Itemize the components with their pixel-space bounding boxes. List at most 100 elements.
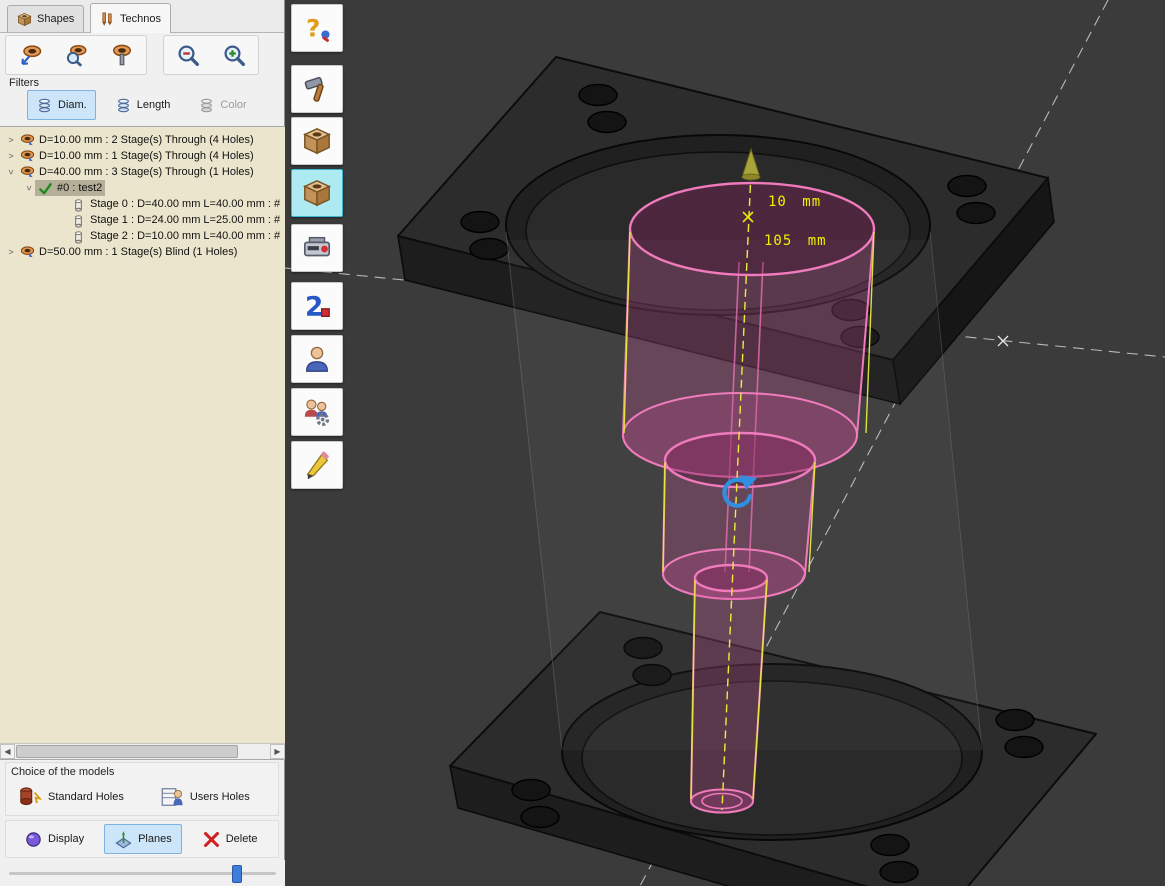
scroll-thumb[interactable] xyxy=(16,745,238,758)
magnifier-plus-icon xyxy=(222,43,246,67)
dimension-label-105mm: 105 mm xyxy=(764,233,827,249)
action-bar: Display Planes Delete xyxy=(5,820,279,858)
users-holes-button[interactable]: Users Holes xyxy=(154,781,256,813)
holes-tree[interactable]: > D=10.00 mm : 2 Stage(s) Through (4 Hol… xyxy=(0,126,285,760)
planes-label: Planes xyxy=(138,833,172,845)
application-window: Shapes Technos Filters D xyxy=(0,0,1165,886)
check-icon xyxy=(38,181,53,196)
transparency-slider xyxy=(0,860,285,886)
cube-icon xyxy=(302,126,332,156)
side-user-button[interactable] xyxy=(291,335,343,383)
slider-thumb[interactable] xyxy=(232,865,242,883)
hole-arrow-icon xyxy=(18,43,42,67)
panel-tabbar: Shapes Technos xyxy=(0,0,284,33)
filter-diameter-label: Diam. xyxy=(58,99,87,111)
side-toolbar xyxy=(291,4,343,494)
tree-item-test2[interactable]: > #0 : test2 xyxy=(0,180,285,196)
tree-item-d40-3stage[interactable]: > D=40.00 mm : 3 Stage(s) Through (1 Hol… xyxy=(0,164,285,180)
display-label: Display xyxy=(48,833,84,845)
scroll-track[interactable] xyxy=(15,744,270,759)
pencil-icon xyxy=(302,450,332,480)
filters-title: Filters xyxy=(9,77,39,89)
machine-icon xyxy=(302,233,332,263)
models-title: Choice of the models xyxy=(11,766,114,778)
filter-length-button[interactable]: Length xyxy=(106,90,180,120)
tree-item-label: Stage 0 : D=40.00 mm L=40.00 mm : # xyxy=(90,198,280,210)
tree-item-label: D=10.00 mm : 2 Stage(s) Through (4 Holes… xyxy=(39,134,254,146)
people-gear-icon xyxy=(302,397,332,427)
expander-icon[interactable]: > xyxy=(5,134,17,146)
expander-icon[interactable]: > xyxy=(5,246,17,258)
hole-export-button[interactable] xyxy=(8,38,52,72)
users-holes-icon xyxy=(160,785,184,809)
filter-length-label: Length xyxy=(137,99,171,111)
delete-icon xyxy=(202,830,221,849)
zoom-out-button[interactable] xyxy=(166,38,210,72)
expander-icon[interactable]: > xyxy=(23,182,35,194)
side-machine-button[interactable] xyxy=(291,224,343,272)
tree-item-label: D=10.00 mm : 1 Stage(s) Through (4 Holes… xyxy=(39,150,254,162)
toolbar-group-holes xyxy=(5,35,147,75)
hole-icon xyxy=(20,133,35,148)
drills-icon xyxy=(100,11,115,26)
3d-scene: 10 mm 105 mm xyxy=(285,0,1165,886)
hole-icon xyxy=(20,165,35,180)
side-part-button[interactable] xyxy=(291,117,343,165)
tab-shapes-label: Shapes xyxy=(37,13,74,25)
tree-item-d10-2stage[interactable]: > D=10.00 mm : 2 Stage(s) Through (4 Hol… xyxy=(0,132,285,148)
side-step2-button[interactable] xyxy=(291,282,343,330)
delete-label: Delete xyxy=(226,833,258,845)
holes-toolbar xyxy=(5,34,259,76)
filter-diameter-button[interactable]: Diam. xyxy=(27,90,96,120)
stage-icon xyxy=(71,229,86,244)
users-holes-label: Users Holes xyxy=(190,791,250,803)
toolbar-group-zoom xyxy=(163,35,259,75)
hole-magnifier-icon xyxy=(64,43,88,67)
models-group: Choice of the models Standard Holes User… xyxy=(5,762,279,816)
hole-search-button[interactable] xyxy=(54,38,98,72)
zoom-in-button[interactable] xyxy=(212,38,256,72)
side-edit-button[interactable] xyxy=(291,441,343,489)
tree-item-label: D=50.00 mm : 1 Stage(s) Blind (1 Holes) xyxy=(39,246,237,258)
side-tools-button[interactable] xyxy=(291,65,343,113)
magnifier-minus-icon xyxy=(176,43,200,67)
tree-horizontal-scrollbar[interactable]: ◀ ▶ xyxy=(0,743,285,759)
display-icon xyxy=(24,830,43,849)
hole-tool-icon xyxy=(110,43,134,67)
tree-item-label: D=40.00 mm : 3 Stage(s) Through (1 Holes… xyxy=(39,166,254,178)
side-help-button[interactable] xyxy=(291,4,343,52)
hole-icon xyxy=(20,149,35,164)
dimension-label-10mm: 10 mm xyxy=(768,194,821,210)
tree-item-stage2[interactable]: Stage 2 : D=10.00 mm L=40.00 mm : # xyxy=(0,228,285,244)
expander-icon[interactable]: > xyxy=(5,166,17,178)
shapes-icon xyxy=(17,12,32,27)
scroll-right-arrow[interactable]: ▶ xyxy=(270,744,285,759)
stage-icon xyxy=(71,213,86,228)
number-2-icon xyxy=(302,291,332,321)
scroll-left-arrow[interactable]: ◀ xyxy=(0,744,15,759)
side-users-settings-button[interactable] xyxy=(291,388,343,436)
tree-item-label: Stage 2 : D=10.00 mm L=40.00 mm : # xyxy=(90,230,280,242)
hammer-icon xyxy=(302,74,332,104)
tab-shapes[interactable]: Shapes xyxy=(7,5,84,32)
expander-icon[interactable]: > xyxy=(5,150,17,162)
side-holes-mode-button[interactable] xyxy=(291,169,343,217)
diameter-filter-icon xyxy=(36,97,53,114)
delete-button[interactable]: Delete xyxy=(192,824,268,854)
person-icon xyxy=(302,344,332,374)
planes-button[interactable]: Planes xyxy=(104,824,182,854)
tree-item-d10-1stage[interactable]: > D=10.00 mm : 1 Stage(s) Through (4 Hol… xyxy=(0,148,285,164)
tree-item-label: #0 : test2 xyxy=(57,182,102,194)
tab-technos[interactable]: Technos xyxy=(90,3,171,33)
tree-item-stage0[interactable]: Stage 0 : D=40.00 mm L=40.00 mm : # xyxy=(0,196,285,212)
tree-item-stage1[interactable]: Stage 1 : D=24.00 mm L=25.00 mm : # xyxy=(0,212,285,228)
cube-icon xyxy=(302,178,332,208)
standard-holes-button[interactable]: Standard Holes xyxy=(12,781,130,813)
filter-color-button[interactable]: Color xyxy=(189,90,255,120)
tree-item-d50-blind[interactable]: > D=50.00 mm : 1 Stage(s) Blind (1 Holes… xyxy=(0,244,285,260)
filters-group: Filters Diam. Length Color xyxy=(5,77,279,125)
standard-holes-label: Standard Holes xyxy=(48,791,124,803)
3d-viewport[interactable]: 10 mm 105 mm xyxy=(285,0,1165,886)
display-button[interactable]: Display xyxy=(14,824,94,854)
hole-tool-button[interactable] xyxy=(100,38,144,72)
